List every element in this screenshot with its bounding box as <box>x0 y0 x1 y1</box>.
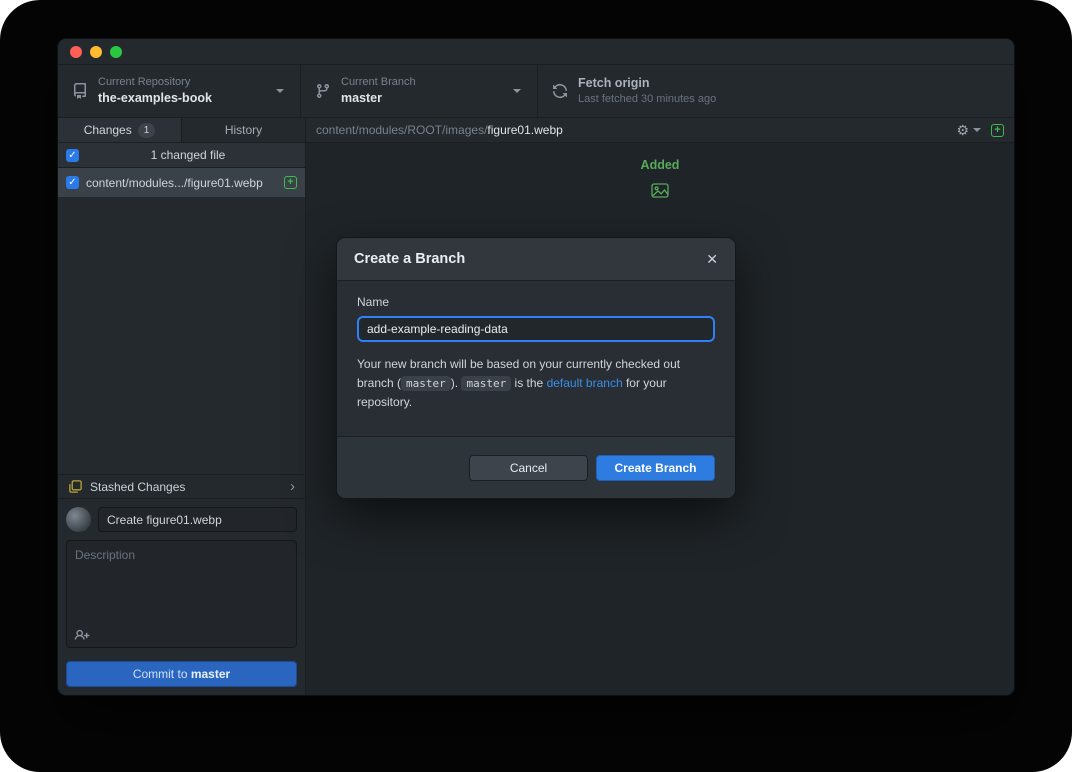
diff-settings-button[interactable]: ⚙ <box>956 122 981 139</box>
gear-icon: ⚙ <box>956 122 969 139</box>
commit-description-box <box>66 540 297 653</box>
sync-icon <box>552 83 568 99</box>
select-all-checkbox[interactable]: ✓ <box>66 149 79 162</box>
create-branch-button[interactable]: Create Branch <box>596 455 715 481</box>
current-branch-dropdown[interactable]: Current Branch master <box>301 65 538 117</box>
fetch-sublabel: Last fetched 30 minutes ago <box>578 92 716 107</box>
dialog-body: Name Your new branch will be based on yo… <box>337 281 735 436</box>
repo-label: Current Repository <box>98 75 212 90</box>
branch-label: Current Branch <box>341 75 416 90</box>
avatar <box>66 507 91 532</box>
commit-summary-row <box>66 507 297 532</box>
commit-summary-input[interactable] <box>98 507 297 532</box>
stashed-changes-row[interactable]: Stashed Changes › <box>58 474 305 499</box>
file-list-empty-area <box>58 197 305 474</box>
branch-text: Current Branch master <box>341 75 416 107</box>
tab-history-label: History <box>225 123 262 137</box>
tab-changes-label: Changes <box>84 123 132 137</box>
commit-description-input[interactable] <box>66 540 297 648</box>
image-icon <box>651 183 669 198</box>
chevron-right-icon: › <box>290 479 295 494</box>
desc-text: is the <box>511 376 546 390</box>
current-repository-dropdown[interactable]: Current Repository the-examples-book <box>58 65 301 117</box>
cancel-button[interactable]: Cancel <box>469 455 588 481</box>
stash-icon <box>68 479 83 494</box>
file-added-status-icon: + <box>284 176 297 189</box>
repo-text: Current Repository the-examples-book <box>98 75 212 107</box>
changed-files-summary: 1 changed file <box>79 148 297 162</box>
commit-button-branch: master <box>191 667 230 681</box>
dialog-title: Create a Branch <box>354 251 706 267</box>
stashed-changes-label: Stashed Changes <box>90 480 283 494</box>
commit-form: Commit to master <box>58 499 305 695</box>
add-coauthor-button[interactable] <box>74 628 90 643</box>
sidebar: Changes 1 History ✓ 1 changed file ✓ con… <box>58 118 306 695</box>
commit-button[interactable]: Commit to master <box>66 661 297 687</box>
traffic-lights <box>70 46 122 58</box>
branch-code-pill: master <box>401 376 451 391</box>
branch-icon <box>315 83 331 99</box>
sidebar-tabs: Changes 1 History <box>58 118 305 143</box>
dialog-footer: Cancel Create Branch <box>337 436 735 498</box>
desktop-background: Current Repository the-examples-book Cur… <box>0 0 1072 772</box>
changed-files-summary-row: ✓ 1 changed file <box>58 143 305 168</box>
fetch-origin-button[interactable]: Fetch origin Last fetched 30 minutes ago <box>538 65 1014 117</box>
close-button[interactable] <box>70 46 82 58</box>
changed-file-row[interactable]: ✓ content/modules.../figure01.webp + <box>58 168 305 197</box>
added-status-label: Added <box>641 158 680 172</box>
changes-count-badge: 1 <box>138 123 156 138</box>
tab-changes[interactable]: Changes 1 <box>58 118 182 142</box>
branch-code-pill: master <box>461 376 511 391</box>
diff-header: content/modules/ROOT/images/figure01.web… <box>306 118 1014 143</box>
dialog-description: Your new branch will be based on your cu… <box>357 355 715 413</box>
file-path: content/modules/ROOT/images/figure01.web… <box>316 123 946 137</box>
chevron-down-icon <box>513 89 521 93</box>
branch-value: master <box>341 90 416 107</box>
dialog-header: Create a Branch ✕ <box>337 238 735 281</box>
chevron-down-icon <box>973 128 981 132</box>
default-branch-link[interactable]: default branch <box>547 376 623 390</box>
branch-name-input[interactable] <box>357 316 715 342</box>
file-path-name: figure01.webp <box>487 123 562 137</box>
toolbar: Current Repository the-examples-book Cur… <box>58 65 1014 118</box>
file-name: content/modules.../figure01.webp <box>86 176 277 190</box>
file-checkbox[interactable]: ✓ <box>66 176 79 189</box>
zoom-button[interactable] <box>110 46 122 58</box>
create-branch-dialog: Create a Branch ✕ Name Your new branch w… <box>337 238 735 498</box>
header-added-status-icon: + <box>991 124 1004 137</box>
commit-button-prefix: Commit to <box>133 667 191 681</box>
file-path-dir: content/modules/ROOT/images/ <box>316 123 487 137</box>
branch-name-label: Name <box>357 295 715 309</box>
repo-value: the-examples-book <box>98 90 212 107</box>
minimize-button[interactable] <box>90 46 102 58</box>
repo-icon <box>72 83 88 99</box>
tab-history[interactable]: History <box>182 118 305 142</box>
titlebar <box>58 39 1014 65</box>
chevron-down-icon <box>276 89 284 93</box>
fetch-label: Fetch origin <box>578 75 716 92</box>
fetch-text: Fetch origin Last fetched 30 minutes ago <box>578 75 716 107</box>
dialog-close-button[interactable]: ✕ <box>706 252 718 266</box>
desc-text: ). <box>451 376 462 390</box>
